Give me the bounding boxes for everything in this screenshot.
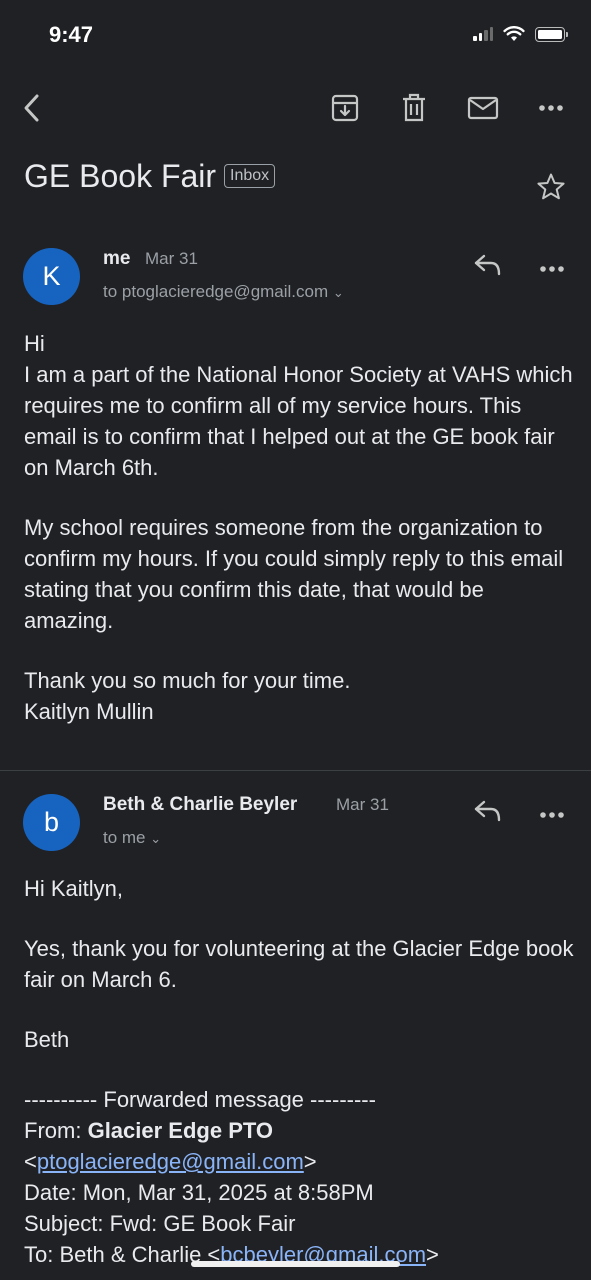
forwarded-header: ---------- Forwarded message --------- (24, 1087, 376, 1112)
recipient-details-toggle[interactable]: to me ⌄ (103, 828, 161, 848)
archive-icon (331, 94, 359, 122)
forward-from-name: Glacier Edge PTO (87, 1118, 274, 1143)
message-more-button[interactable] (539, 260, 565, 278)
reply-button[interactable] (473, 798, 503, 829)
reply-icon (474, 254, 501, 276)
signature: Beth (24, 1027, 70, 1052)
avatar[interactable]: b (23, 794, 80, 851)
more-horizontal-icon (540, 812, 564, 818)
email-link[interactable]: ptoglacieredge@gmail.com (37, 1149, 304, 1174)
trash-icon (403, 93, 425, 122)
inbox-label-chip[interactable]: Inbox (224, 164, 276, 188)
forward-from-label: From: (24, 1118, 82, 1143)
status-time: 9:47 (49, 22, 94, 47)
reply-icon (474, 800, 501, 822)
message-date: Mar 31 (145, 249, 198, 268)
chevron-down-icon: ⌄ (150, 831, 162, 846)
signature: Kaitlyn Mullin (24, 699, 154, 724)
more-options-button[interactable] (533, 90, 569, 126)
recipient-text: to me (103, 828, 146, 847)
cellular-signal-icon (473, 27, 493, 41)
message-body: Hi I am a part of the National Honor Soc… (24, 328, 574, 727)
star-icon (537, 173, 565, 200)
avatar[interactable]: K (23, 248, 80, 305)
star-button[interactable] (536, 172, 566, 207)
status-icons (473, 26, 568, 42)
body-paragraph: Yes, thank you for volunteering at the G… (24, 936, 574, 992)
forward-from-email-line: <ptoglacieredge@gmail.com> (24, 1149, 317, 1174)
home-indicator[interactable] (191, 1261, 400, 1267)
more-horizontal-icon (540, 266, 564, 272)
back-button[interactable] (14, 90, 50, 126)
mark-unread-button[interactable] (465, 90, 501, 126)
mail-icon (467, 96, 499, 120)
message-more-button[interactable] (539, 806, 565, 824)
forward-from-line: From: Glacier Edge PTO (24, 1115, 574, 1146)
recipient-details-toggle[interactable]: to ptoglacieredge@gmail.com ⌄ (103, 282, 344, 302)
body-paragraph: I am a part of the National Honor Societ… (24, 362, 573, 480)
more-horizontal-icon (539, 105, 563, 111)
body-line: Hi (24, 331, 45, 356)
forward-subject-line: Subject: Fwd: GE Book Fair (24, 1211, 296, 1236)
wifi-icon (503, 26, 525, 41)
message-date: Mar 31 (336, 795, 389, 814)
body-line: Hi Kaitlyn, (24, 876, 124, 901)
back-arrow-icon (24, 94, 39, 122)
message-divider (0, 770, 591, 771)
battery-icon (535, 26, 568, 42)
delete-button[interactable] (396, 90, 432, 126)
thread-subject: GE Book Fair (24, 158, 217, 194)
message-sender: me (103, 248, 131, 269)
reply-button[interactable] (473, 252, 503, 283)
message-body: Hi Kaitlyn, Yes, thank you for volunteer… (24, 873, 574, 1270)
chevron-down-icon: ⌄ (332, 285, 344, 300)
forward-date-line: Date: Mon, Mar 31, 2025 at 8:58PM (24, 1180, 374, 1205)
body-paragraph: My school requires someone from the orga… (24, 515, 564, 633)
body-line: Thank you so much for your time. (24, 668, 351, 693)
message-sender: Beth & Charlie Beyler (103, 794, 298, 815)
archive-button[interactable] (327, 90, 363, 126)
recipient-text: to ptoglacieredge@gmail.com (103, 282, 329, 301)
